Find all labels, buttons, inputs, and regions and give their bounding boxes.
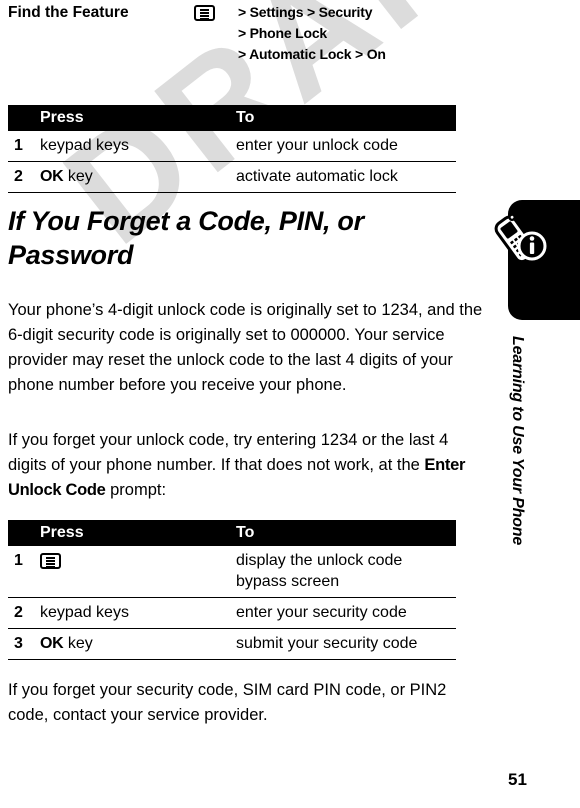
step-number: 2 — [8, 597, 40, 629]
table-row: 2 keypad keys enter your security code — [8, 597, 456, 629]
find-the-feature-block: Find the Feature > Settings > Security >… — [8, 0, 488, 65]
find-the-feature-key — [194, 0, 238, 22]
paragraph-three: If you forget your security code, SIM ca… — [8, 681, 447, 724]
menu-key-icon — [40, 552, 61, 569]
table-row: 1 keypad keys enter your unlock code — [8, 131, 456, 162]
step-number: 1 — [8, 546, 40, 598]
table-row: 3 OK key submit your security code — [8, 628, 456, 660]
ok-key-label: OK — [40, 635, 64, 652]
step-press — [40, 546, 236, 598]
table-header-to: To — [236, 105, 456, 131]
table-header-press: Press — [40, 520, 236, 546]
paragraph-two-after: prompt: — [105, 481, 167, 499]
step-to: enter your security code — [236, 597, 456, 629]
table-header-row: Press To — [8, 105, 456, 131]
ok-key-label: OK — [40, 168, 64, 185]
chapter-rail-label: Learning to Use Your Phone — [509, 336, 526, 546]
step-number: 2 — [8, 161, 40, 193]
step-to: enter your unlock code — [236, 131, 456, 162]
step-press-text: key — [67, 635, 93, 652]
step-to: submit your security code — [236, 628, 456, 660]
paragraph-two: If you forget your unlock code, try ente… — [8, 428, 486, 503]
menu-path-line: > Automatic Lock > On — [238, 46, 386, 62]
chapter-tab — [494, 200, 580, 320]
steps-table-two: Press To 1 display the unlock code bypas… — [8, 520, 456, 660]
chapter-rail: Learning to Use Your Phone 51 — [494, 0, 580, 808]
page-number: 51 — [508, 770, 527, 789]
step-to: activate automatic lock — [236, 161, 456, 193]
steps-table-one: Press To 1 keypad keys enter your unlock… — [8, 105, 456, 193]
step-number: 1 — [8, 131, 40, 162]
table-header-press: Press — [40, 105, 236, 131]
table-header-to: To — [236, 520, 456, 546]
paragraph-one: Your phone’s 4-digit unlock code is orig… — [8, 301, 483, 394]
table-header-row: Press To — [8, 520, 456, 546]
section-heading: If You Forget a Code, PIN, or Password — [8, 206, 364, 270]
page-content: Find the Feature > Settings > Security >… — [0, 0, 496, 808]
menu-path-line: > Phone Lock — [238, 25, 328, 41]
table-row: 2 OK key activate automatic lock — [8, 161, 456, 193]
table-header-num — [8, 105, 40, 131]
table-header-num — [8, 520, 40, 546]
step-press: keypad keys — [40, 597, 236, 629]
table-row: 1 display the unlock code bypass screen — [8, 546, 456, 598]
find-the-feature-label: Find the Feature — [8, 4, 129, 21]
menu-path-line: > Settings > Security — [238, 4, 373, 20]
step-press: keypad keys — [40, 131, 236, 162]
find-the-feature-path: > Settings > Security > Phone Lock > Aut… — [238, 0, 488, 65]
step-press-text: key — [67, 168, 93, 185]
step-to: display the unlock code bypass screen — [236, 546, 456, 598]
step-press: OK key — [40, 628, 236, 660]
step-press: OK key — [40, 161, 236, 193]
menu-key-icon — [194, 4, 215, 21]
phone-info-icon — [494, 213, 547, 264]
paragraph-two-before: If you forget your unlock code, try ente… — [8, 431, 449, 474]
step-number: 3 — [8, 628, 40, 660]
